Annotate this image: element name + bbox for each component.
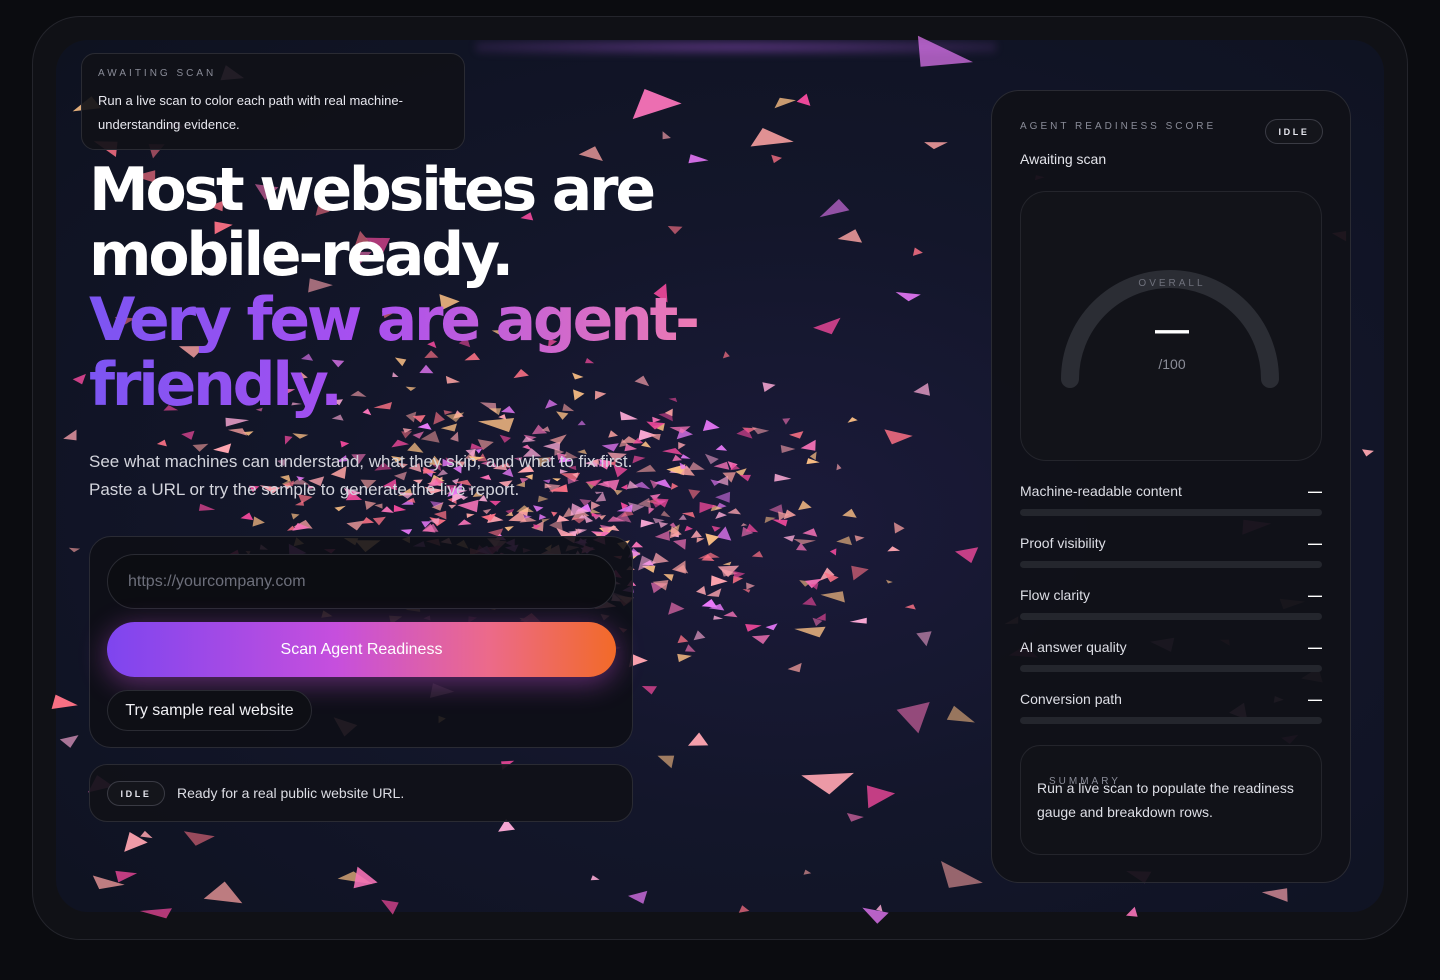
metric-label: Conversion path [1020, 691, 1122, 707]
metric-label: Flow clarity [1020, 587, 1091, 603]
metric-value: — [1308, 639, 1322, 655]
metric-progress-track [1020, 613, 1322, 620]
metric-label: Machine-readable content [1020, 483, 1182, 499]
metric-flow-clarity: Flow clarity — [1020, 587, 1322, 627]
page-title: Most websites are mobile-ready. Very few… [89, 158, 709, 418]
gauge-label: OVERALL [1138, 278, 1206, 289]
scan-form: Scan Agent Readiness Try sample real web… [89, 536, 633, 748]
url-input[interactable] [107, 554, 616, 609]
metric-value: — [1308, 587, 1322, 603]
scan-status-card: AWAITING SCAN Run a live scan to color e… [81, 53, 465, 150]
metric-progress-track [1020, 509, 1322, 516]
score-status-badge: IDLE [1265, 119, 1323, 144]
overall-gauge: OVERALL — /100 [1020, 191, 1322, 461]
metric-progress-track [1020, 665, 1322, 672]
summary-card: SUMMARY Run a live scan to populate the … [1020, 745, 1322, 855]
gauge-value: — [1155, 311, 1189, 349]
score-state: Awaiting scan [1020, 151, 1107, 167]
metric-proof-visibility: Proof visibility — [1020, 535, 1322, 575]
metric-machine-readable: Machine-readable content — [1020, 483, 1322, 523]
summary-eyebrow: SUMMARY [1049, 776, 1121, 787]
status-message: Run a live scan to color each path with … [98, 93, 403, 132]
top-glow [476, 40, 996, 54]
metric-value: — [1308, 535, 1322, 551]
metric-label: AI answer quality [1020, 639, 1127, 655]
metric-value: — [1308, 691, 1322, 707]
status-bar-message: Ready for a real public website URL. [177, 785, 405, 801]
readiness-score-panel: AGENT READINESS SCORE IDLE Awaiting scan… [991, 90, 1351, 883]
headline-line-2: Very few are agent-friendly. [89, 288, 709, 418]
metric-label: Proof visibility [1020, 535, 1106, 551]
metric-progress-track [1020, 717, 1322, 724]
status-badge: IDLE [107, 781, 165, 806]
scan-state-bar: IDLE Ready for a real public website URL… [89, 764, 633, 822]
metric-progress-track [1020, 561, 1322, 568]
headline-line-1: Most websites are mobile-ready. [89, 155, 656, 290]
scan-button[interactable]: Scan Agent Readiness [107, 622, 616, 677]
score-eyebrow: AGENT READINESS SCORE [1020, 121, 1217, 132]
metric-ai-answer-quality: AI answer quality — [1020, 639, 1322, 679]
hero-subhead: See what machines can understand, what t… [89, 452, 633, 499]
status-eyebrow: AWAITING SCAN [98, 68, 217, 79]
metric-conversion-path: Conversion path — [1020, 691, 1322, 731]
metric-value: — [1308, 483, 1322, 499]
try-sample-button[interactable]: Try sample real website [107, 690, 312, 731]
gauge-denominator: /100 [1158, 356, 1186, 372]
